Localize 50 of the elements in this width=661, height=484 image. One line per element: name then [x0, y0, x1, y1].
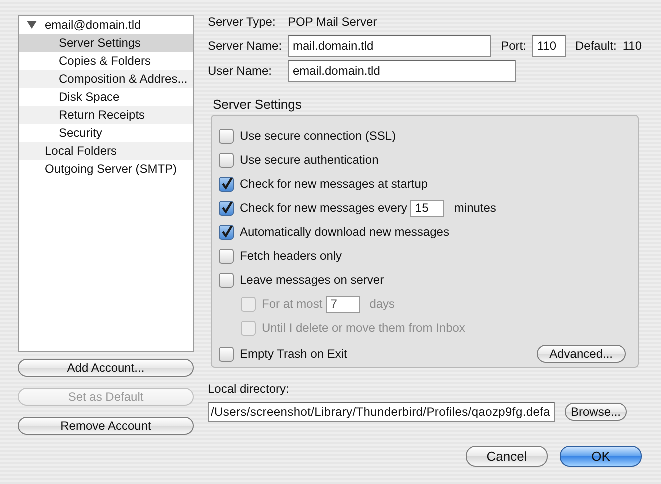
- option-label: Leave messages on server: [240, 273, 384, 287]
- tree-item[interactable]: Local Folders: [19, 142, 193, 160]
- account-button[interactable]: Remove Account: [18, 417, 194, 435]
- account-button[interactable]: Add Account...: [18, 359, 194, 377]
- field-label: Port:: [501, 39, 526, 53]
- tree-item[interactable]: Composition & Addres...: [19, 70, 193, 88]
- option-label: Fetch headers only: [240, 249, 342, 263]
- checkbox[interactable]: [219, 346, 234, 362]
- default-port-value: 110: [622, 39, 642, 53]
- port-field[interactable]: 110: [532, 35, 566, 57]
- directory-field[interactable]: /Users/screenshot/Library/Thunderbird/Profiles/qaozp9fg.defa: [208, 402, 555, 422]
- option-label: Check for new messages at startup: [240, 177, 428, 191]
- field-label: Server Name:: [208, 39, 284, 53]
- ok-button[interactable]: OK: [560, 446, 642, 467]
- disclosure-triangle-icon[interactable]: [27, 20, 37, 30]
- server-name-field[interactable]: mail.domain.tld: [288, 35, 492, 57]
- tree-item[interactable]: Disk Space: [19, 88, 193, 106]
- checkbox[interactable]: [219, 248, 234, 264]
- option-label: Empty Trash on Exit: [240, 347, 348, 361]
- checkbox[interactable]: [219, 224, 234, 240]
- option-label: Check for new messages every: [240, 201, 408, 215]
- user-name-field[interactable]: email.domain.tld: [288, 60, 516, 82]
- field-label: Local directory:: [208, 382, 290, 396]
- tree-item[interactable]: Server Settings: [19, 34, 193, 52]
- option-label: For at most: [262, 297, 323, 311]
- browse-button[interactable]: Browse...: [565, 403, 627, 421]
- checkbox[interactable]: [219, 176, 234, 192]
- tree-item[interactable]: Copies & Folders: [19, 52, 193, 70]
- tree-item[interactable]: Security: [19, 124, 193, 142]
- option-label: Until I delete or move them from Inbox: [262, 321, 466, 335]
- tree-item[interactable]: Outgoing Server (SMTP): [19, 160, 193, 178]
- field-label: Default:: [576, 39, 617, 53]
- unit-label: days: [370, 297, 396, 311]
- option-label: Use secure connection (SSL): [240, 129, 396, 143]
- option-label: Use secure authentication: [240, 153, 379, 167]
- checkbox[interactable]: [219, 200, 234, 216]
- server-type-value: POP Mail Server: [288, 15, 378, 29]
- advanced-button[interactable]: Advanced...: [536, 345, 626, 363]
- field-label: Server Type:: [208, 15, 277, 29]
- cancel-button[interactable]: Cancel: [466, 446, 548, 467]
- number-field[interactable]: 15: [410, 200, 444, 216]
- checkbox[interactable]: [219, 152, 234, 168]
- checkbox[interactable]: [219, 272, 234, 288]
- checkbox[interactable]: [219, 128, 234, 144]
- option-label: Automatically download new messages: [240, 225, 450, 239]
- tree-item[interactable]: Return Receipts: [19, 106, 193, 124]
- field-label: User Name:: [208, 64, 274, 78]
- group-title: Server Settings: [213, 97, 303, 112]
- unit-label: minutes: [454, 201, 496, 215]
- tree-item[interactable]: email@domain.tld: [19, 16, 193, 34]
